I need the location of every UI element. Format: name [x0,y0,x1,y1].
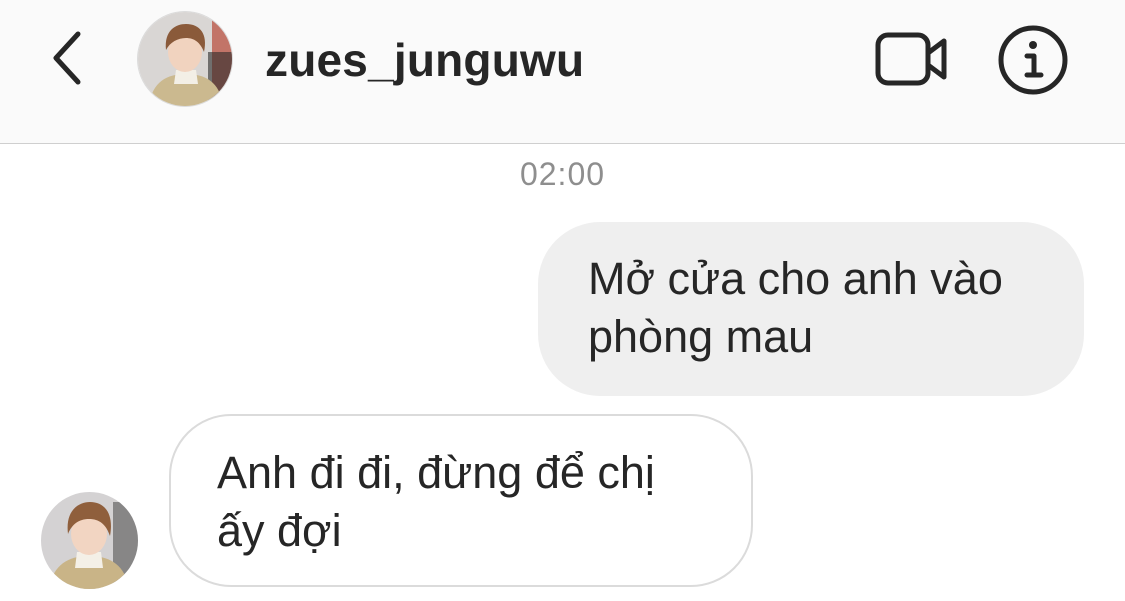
chevron-left-icon [53,31,81,85]
profile-photo [41,492,138,589]
avatar[interactable] [137,11,233,107]
profile-photo [138,12,232,106]
sent-message-bubble[interactable]: Mở cửa cho anh vào phòng mau [538,222,1084,396]
info-icon [998,25,1068,95]
chat-header: zues_junguwu [0,0,1125,144]
message-timestamp: 02:00 [519,156,606,192]
received-message-bubble[interactable]: Anh đi đi, đừng để chị ấy đợi [169,414,753,587]
chat-username[interactable]: zues_junguwu [265,28,584,92]
video-call-button[interactable] [870,26,954,92]
info-button[interactable] [995,22,1071,98]
sender-avatar[interactable] [41,492,138,589]
chat-screen: zues_junguwu 02:00 Mở cửa cho anh vào ph… [0,0,1125,601]
video-camera-icon [875,32,947,86]
back-button[interactable] [40,28,96,88]
